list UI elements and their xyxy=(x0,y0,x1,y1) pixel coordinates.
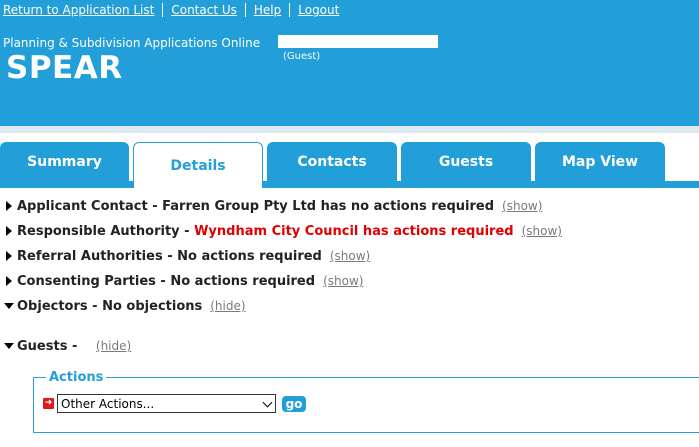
section-responsible-authority[interactable]: Responsible Authority - Wyndham City Cou… xyxy=(4,221,562,241)
spear-logo: SPEAR xyxy=(6,50,123,86)
section-referral-authorities[interactable]: Referral Authorities - No actions requir… xyxy=(4,246,370,266)
user-name-box xyxy=(278,35,438,48)
section-separator: - xyxy=(162,248,178,264)
show-toggle-link[interactable]: (show) xyxy=(323,274,363,288)
section-title: Objectors xyxy=(17,298,88,314)
header-banner: Return to Application List Contact Us He… xyxy=(0,0,699,126)
top-links: Return to Application List Contact Us He… xyxy=(3,3,339,17)
section-consenting-parties[interactable]: Consenting Parties - No actions required… xyxy=(4,271,363,291)
actions-legend: Actions xyxy=(46,370,107,385)
tab-guests[interactable]: Guests xyxy=(401,142,531,181)
app-subtitle: Planning & Subdivision Applications Onli… xyxy=(3,36,261,50)
section-applicant-contact[interactable]: Applicant Contact - Farren Group Pty Ltd… xyxy=(4,196,542,216)
select-value: Other Actions... xyxy=(61,396,155,411)
section-status-alert: Wyndham City Council has actions require… xyxy=(194,223,514,239)
section-guests[interactable]: Guests - (hide) xyxy=(4,336,131,356)
section-title: Responsible Authority xyxy=(17,223,180,239)
section-separator: - xyxy=(179,223,195,239)
contact-us-link[interactable]: Contact Us xyxy=(171,3,237,17)
show-toggle-link[interactable]: (show) xyxy=(330,249,370,263)
section-title: Consenting Parties xyxy=(17,273,156,289)
collapse-arrow-icon[interactable] xyxy=(4,299,14,313)
go-button[interactable]: go xyxy=(282,396,306,412)
link-divider xyxy=(244,3,246,17)
section-separator: - xyxy=(67,338,82,354)
hide-toggle-link[interactable]: (hide) xyxy=(210,299,245,313)
other-actions-select[interactable]: Other Actions... xyxy=(57,394,276,413)
section-status: No actions required xyxy=(170,273,316,289)
link-divider xyxy=(289,3,291,17)
tab-details[interactable]: Details xyxy=(133,142,263,188)
show-toggle-link[interactable]: (show) xyxy=(522,224,562,238)
expand-arrow-icon[interactable] xyxy=(4,249,14,263)
tab-map-view[interactable]: Map View xyxy=(535,142,665,181)
hide-toggle-link[interactable]: (hide) xyxy=(96,339,131,353)
expand-arrow-icon[interactable] xyxy=(4,224,14,238)
section-status: No objections xyxy=(102,298,203,314)
section-title: Applicant Contact xyxy=(17,198,148,214)
tab-contacts[interactable]: Contacts xyxy=(267,142,397,181)
link-divider xyxy=(162,3,164,17)
action-arrow-icon: ➜ xyxy=(43,398,54,409)
expand-arrow-icon[interactable] xyxy=(4,199,14,213)
section-separator: - xyxy=(87,298,103,314)
help-link[interactable]: Help xyxy=(254,3,281,17)
tab-bar-underline xyxy=(0,181,699,188)
tab-summary[interactable]: Summary xyxy=(0,142,129,181)
tab-bar-top-strip xyxy=(0,126,699,133)
chevron-down-icon xyxy=(262,397,273,408)
logout-link[interactable]: Logout xyxy=(298,3,339,17)
section-title: Guests xyxy=(17,338,68,354)
section-status: No actions required xyxy=(177,248,322,264)
section-objectors[interactable]: Objectors - No objections (hide) xyxy=(4,296,246,316)
collapse-arrow-icon[interactable] xyxy=(4,339,14,353)
return-to-application-list-link[interactable]: Return to Application List xyxy=(3,3,154,17)
guest-label: (Guest) xyxy=(283,51,321,62)
section-status: Farren Group Pty Ltd has no actions requ… xyxy=(162,198,495,214)
section-title: Referral Authorities xyxy=(17,248,163,264)
section-separator: - xyxy=(147,198,163,214)
section-separator: - xyxy=(155,273,171,289)
show-toggle-link[interactable]: (show) xyxy=(502,199,542,213)
expand-arrow-icon[interactable] xyxy=(4,274,14,288)
